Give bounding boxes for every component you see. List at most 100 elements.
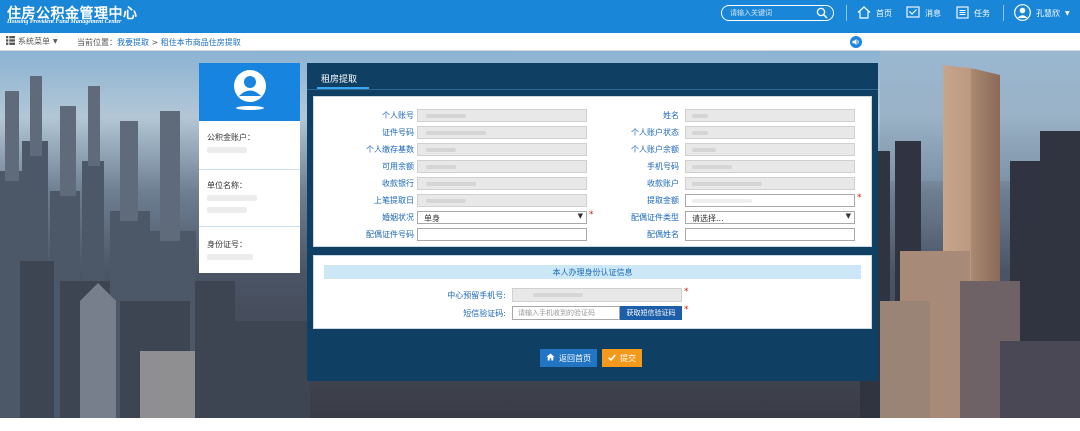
label-account-status: 个人账户状态 bbox=[631, 128, 679, 137]
personal-account-field[interactable] bbox=[417, 109, 587, 122]
id-number-field[interactable] bbox=[417, 126, 587, 139]
company-label: 单位名称： bbox=[207, 181, 247, 190]
nav-tasks[interactable]: 任务 bbox=[956, 3, 990, 23]
breadcrumb-bar: 系统菜单 ▼ 当前位置：我要提取 > 租住本市商品住房提取 bbox=[0, 33, 1080, 51]
account-balance-field[interactable] bbox=[685, 143, 855, 156]
breadcrumb-separator: > bbox=[149, 38, 161, 47]
user-avatar-icon bbox=[1014, 3, 1031, 23]
grid-menu-icon bbox=[6, 36, 15, 47]
label-id-number: 证件号码 bbox=[382, 128, 414, 137]
required-mark: * bbox=[684, 305, 689, 315]
identity-verification-section: 本人办理身份认证信息 中心预留手机号: * 短信验证码: 获取短信验证码 * bbox=[313, 255, 872, 329]
label-phone-number: 手机号码 bbox=[647, 162, 679, 171]
breadcrumb: 当前位置：我要提取 > 租住本市商品住房提取 bbox=[77, 37, 241, 48]
nav-messages-label: 消息 bbox=[925, 8, 941, 18]
breadcrumb-prefix: 当前位置： bbox=[77, 38, 117, 47]
label-withdraw-amount: 提取金额 bbox=[647, 196, 679, 205]
required-mark: * bbox=[589, 210, 594, 220]
caret-down-icon: ▼ bbox=[53, 38, 58, 45]
nav-messages[interactable]: 消息 bbox=[906, 3, 941, 23]
label-deposit-base: 个人缴存基数 bbox=[366, 145, 414, 154]
check-icon bbox=[608, 353, 616, 363]
card-divider bbox=[199, 226, 300, 227]
spouse-id-type-select[interactable]: 请选择... ▼ bbox=[685, 211, 855, 224]
tab-underline bbox=[307, 89, 878, 90]
get-sms-code-button[interactable]: 获取短信验证码 bbox=[620, 306, 682, 320]
label-available-balance: 可用余额 bbox=[382, 162, 414, 171]
id-value-masked bbox=[207, 254, 253, 260]
phone-number-field[interactable] bbox=[685, 160, 855, 173]
chevron-down-icon: ▼ bbox=[577, 212, 583, 220]
spouse-id-type-value: 请选择... bbox=[692, 214, 724, 223]
required-mark: * bbox=[857, 193, 862, 203]
account-value-masked bbox=[207, 147, 247, 153]
card-divider bbox=[199, 169, 300, 170]
system-menu-button[interactable]: 系统菜单 ▼ bbox=[6, 36, 58, 47]
marital-status-value: 单身 bbox=[424, 214, 440, 223]
user-name: 孔慧欣 bbox=[1036, 8, 1060, 18]
label-sms-code: 短信验证码: bbox=[463, 309, 506, 318]
account-card-header bbox=[199, 63, 300, 121]
account-label: 公积金账户： bbox=[207, 133, 255, 142]
company-value-masked bbox=[207, 195, 257, 201]
account-info-card: 公积金账户： 单位名称： 身份证号： bbox=[199, 63, 300, 273]
label-marital-status: 婚姻状况 bbox=[382, 213, 414, 222]
account-status-field[interactable] bbox=[685, 126, 855, 139]
breadcrumb-current[interactable]: 租住本市商品住房提取 bbox=[161, 38, 241, 47]
company-value-masked bbox=[207, 207, 247, 213]
last-withdraw-date-field[interactable] bbox=[417, 194, 587, 207]
home-icon bbox=[546, 353, 555, 363]
marital-status-select[interactable]: 单身 ▼ bbox=[417, 211, 587, 224]
identity-section-title: 本人办理身份认证信息 bbox=[324, 265, 861, 279]
header-divider bbox=[846, 5, 847, 21]
speaker-icon bbox=[850, 39, 862, 50]
label-name: 姓名 bbox=[663, 111, 679, 120]
sms-code-input[interactable] bbox=[512, 306, 620, 320]
label-receiving-account: 收款账户 bbox=[647, 179, 679, 188]
spouse-name-input[interactable] bbox=[685, 228, 855, 241]
available-balance-field[interactable] bbox=[417, 160, 587, 173]
tab-rent-withdraw[interactable]: 租房提取 bbox=[317, 67, 369, 89]
header-divider bbox=[1003, 5, 1004, 21]
spouse-id-number-input[interactable] bbox=[417, 228, 587, 241]
withdraw-panel: 租房提取 个人账号 姓名 证件号码 个人账户状态 个人缴存基数 个人账户余额 可… bbox=[307, 63, 878, 381]
search-box bbox=[721, 5, 834, 21]
label-account-balance: 个人账户余额 bbox=[631, 145, 679, 154]
submit-button[interactable]: 提交 bbox=[602, 349, 642, 367]
id-number-label: 身份证号： bbox=[207, 240, 247, 249]
user-avatar bbox=[232, 68, 268, 115]
chevron-down-icon: ▼ bbox=[1065, 9, 1070, 17]
breadcrumb-link-withdraw[interactable]: 我要提取 bbox=[117, 38, 149, 47]
user-menu[interactable]: 孔慧欣 ▼ bbox=[1014, 3, 1070, 23]
nav-tasks-label: 任务 bbox=[974, 8, 990, 18]
back-home-label: 返回首页 bbox=[559, 353, 591, 363]
message-icon bbox=[906, 6, 920, 20]
deposit-base-field[interactable] bbox=[417, 143, 587, 156]
page-footer bbox=[0, 418, 1080, 431]
top-header: 住房公积金管理中心 Housing Provident Fund Managem… bbox=[0, 0, 1080, 33]
name-field[interactable] bbox=[685, 109, 855, 122]
label-reserved-phone: 中心预留手机号: bbox=[447, 291, 506, 300]
withdraw-form: 个人账号 姓名 证件号码 个人账户状态 个人缴存基数 个人账户余额 可用余额 手… bbox=[313, 96, 872, 247]
withdraw-amount-input[interactable] bbox=[685, 194, 855, 207]
search-input[interactable] bbox=[730, 7, 818, 19]
required-mark: * bbox=[684, 287, 689, 297]
nav-home-label: 首页 bbox=[876, 8, 892, 18]
speaker-toggle[interactable] bbox=[850, 36, 862, 48]
reserved-phone-field[interactable] bbox=[512, 288, 682, 302]
label-personal-account: 个人账号 bbox=[382, 111, 414, 120]
nav-home[interactable]: 首页 bbox=[857, 3, 892, 23]
home-icon bbox=[857, 5, 871, 21]
label-spouse-name: 配偶姓名 bbox=[647, 230, 679, 239]
receiving-bank-field[interactable] bbox=[417, 177, 587, 190]
search-icon[interactable] bbox=[816, 7, 828, 22]
label-spouse-id-number: 配偶证件号码 bbox=[366, 230, 414, 239]
label-last-withdraw-date: 上笔提取日 bbox=[374, 196, 414, 205]
logo-subtitle: Housing Provident Fund Management Center bbox=[7, 19, 122, 25]
chevron-down-icon: ▼ bbox=[845, 212, 851, 220]
back-home-button[interactable]: 返回首页 bbox=[540, 349, 597, 367]
system-menu-label: 系统菜单 bbox=[18, 37, 50, 46]
label-receiving-bank: 收款银行 bbox=[382, 179, 414, 188]
submit-label: 提交 bbox=[620, 353, 636, 363]
receiving-account-field[interactable] bbox=[685, 177, 855, 190]
